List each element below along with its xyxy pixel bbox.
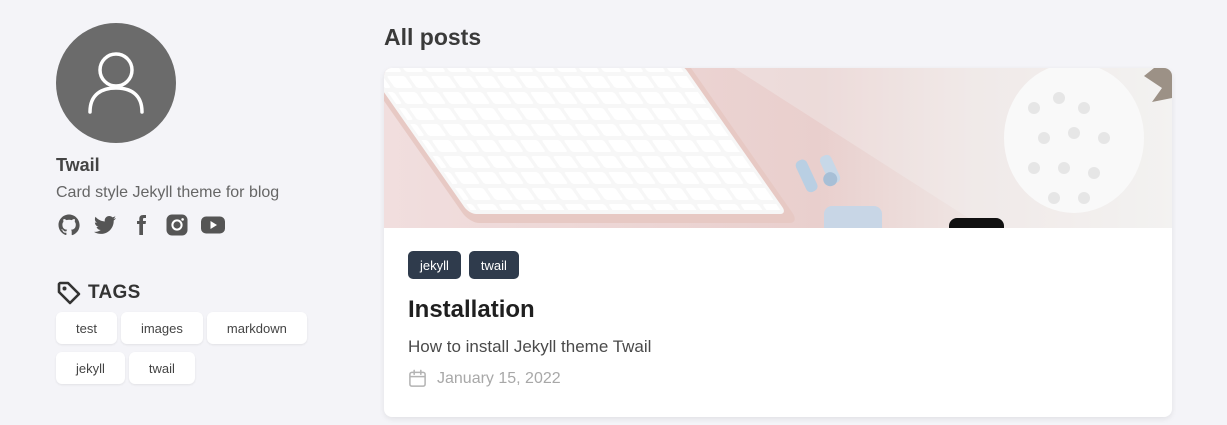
post-tag-jekyll[interactable]: jekyll	[408, 251, 461, 279]
main-content: All posts jekyll twail Installation How …	[384, 24, 1172, 417]
post-date: January 15, 2022	[408, 369, 1148, 388]
github-icon[interactable]	[56, 212, 82, 238]
tag-chip-images[interactable]: images	[120, 312, 203, 344]
post-date-text: January 15, 2022	[437, 369, 561, 387]
avatar[interactable]	[56, 23, 176, 143]
post-title[interactable]: Installation	[408, 296, 1148, 324]
youtube-icon[interactable]	[200, 212, 226, 238]
tag-chip-jekyll[interactable]: jekyll	[56, 352, 125, 384]
post-card-body: jekyll twail Installation How to install…	[384, 228, 1172, 388]
site-name[interactable]: Twail	[56, 155, 346, 176]
tag-list: test images markdown jekyll twail	[56, 312, 326, 384]
tags-heading: TAGS	[56, 280, 346, 306]
site-description: Card style Jekyll theme for blog	[56, 184, 280, 201]
sidebar: Twail Card style Jekyll theme for blog T…	[56, 23, 346, 384]
post-subtitle: How to install Jekyll theme Twail	[408, 337, 652, 356]
post-card[interactable]: jekyll twail Installation How to install…	[384, 68, 1172, 417]
facebook-icon[interactable]	[128, 212, 154, 238]
tag-icon	[57, 281, 81, 305]
tags-title: TAGS	[88, 282, 141, 303]
page-title: All posts	[384, 24, 482, 50]
post-tags: jekyll twail	[408, 251, 1148, 279]
post-cover-image[interactable]	[384, 68, 1172, 228]
twitter-icon[interactable]	[92, 212, 118, 238]
post-tag-twail[interactable]: twail	[468, 251, 519, 279]
user-icon	[88, 52, 144, 114]
tag-chip-markdown[interactable]: markdown	[206, 312, 307, 344]
instagram-icon[interactable]	[164, 212, 190, 238]
tag-chip-twail[interactable]: twail	[128, 352, 195, 384]
social-links	[56, 212, 346, 238]
calendar-icon	[409, 369, 426, 387]
tag-chip-test[interactable]: test	[56, 312, 117, 344]
